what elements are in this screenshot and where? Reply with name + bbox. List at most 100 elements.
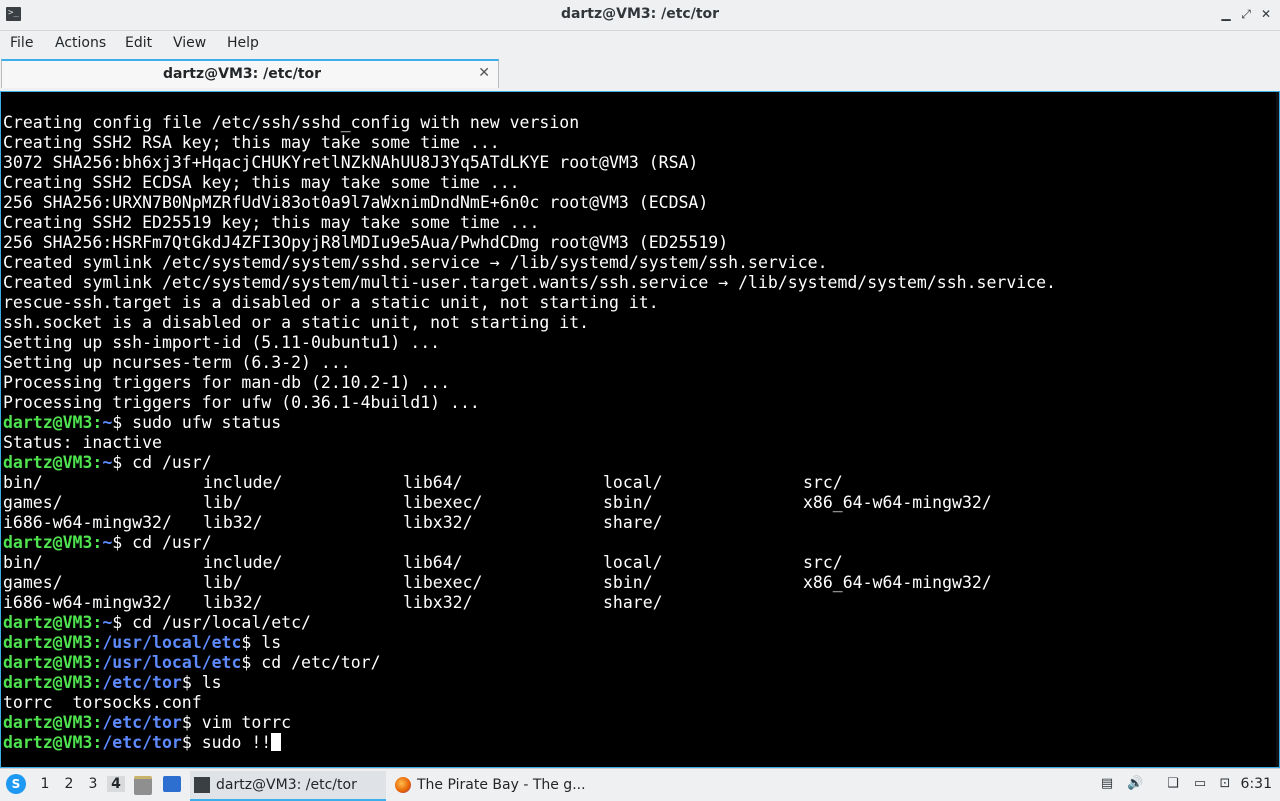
output-line: 256 SHA256:HSRFm7QtGkdJ4ZFI3OpyjR8lMDIu9… — [3, 233, 729, 252]
menu-view[interactable]: View — [173, 35, 206, 51]
network-icon[interactable]: ▭ — [1192, 776, 1208, 792]
ls-entry: sbin/ — [603, 573, 653, 592]
maximize-button[interactable]: ⤢ — [1238, 6, 1254, 22]
window-titlebar[interactable]: >_ dartz@VM3: /etc/tor ▁ ⤢ ✕ — [0, 0, 1280, 31]
ls-entry: i686-w64-mingw32/ — [3, 593, 172, 612]
prompt-line-current[interactable]: dartz@VM3:/etc/tor$ sudo !! — [3, 733, 1056, 753]
ls-entry: libexec/ — [403, 573, 483, 592]
output-line: Created symlink /etc/systemd/system/sshd… — [3, 253, 828, 272]
ls-entry: games/ — [3, 493, 63, 512]
minimize-button[interactable]: ▁ — [1218, 6, 1234, 22]
output-line: Created symlink /etc/systemd/system/mult… — [3, 273, 1056, 292]
task-label: The Pirate Bay - The g... — [417, 777, 586, 793]
update-notifier-icon[interactable]: ⊡ — [1217, 776, 1233, 792]
prompt-line: dartz@VM3:/etc/tor$ ls — [3, 673, 222, 692]
output-line: torrc torsocks.conf — [3, 693, 202, 712]
task-label: dartz@VM3: /etc/tor — [216, 777, 357, 793]
clock[interactable]: 6:31 — [1241, 776, 1272, 792]
ls-entry: x86_64-w64-mingw32/ — [803, 573, 992, 592]
output-line: rescue-ssh.target is a disabled or a sta… — [3, 293, 659, 312]
prompt-user: dartz@VM3 — [3, 413, 93, 432]
prompt-user: dartz@VM3 — [3, 453, 93, 472]
prompt-path: /etc/tor — [102, 673, 182, 692]
prompt-path: /usr/local/etc — [102, 633, 242, 652]
start-menu-button[interactable]: S — [6, 774, 26, 794]
ls-entry: i686-w64-mingw32/ — [3, 513, 172, 532]
menu-file[interactable]: File — [10, 35, 33, 51]
terminal-scrollbar[interactable] — [1276, 92, 1279, 767]
notes-icon[interactable]: ❑ — [1165, 776, 1181, 792]
tab-bar: dartz@VM3: /etc/tor ✕ — [0, 58, 1280, 90]
output-line: Creating SSH2 RSA key; this may take som… — [3, 133, 500, 152]
ls-entry: share/ — [603, 513, 663, 532]
close-window-button[interactable]: ✕ — [1258, 6, 1274, 22]
ls-entry: bin/ — [3, 553, 43, 572]
ls-entry: lib64/ — [403, 473, 463, 492]
prompt-path: /etc/tor — [102, 713, 182, 732]
prompt-user: dartz@VM3 — [3, 733, 93, 752]
show-desktop-icon[interactable] — [163, 776, 181, 792]
command-text: sudo !! — [191, 733, 272, 752]
prompt-path: /usr/local/etc — [102, 653, 242, 672]
prompt-line: dartz@VM3:~$ cd /usr/ — [3, 533, 212, 552]
prompt-line: dartz@VM3:/etc/tor$ vim torrc — [3, 713, 292, 732]
task-firefox[interactable]: The Pirate Bay - The g... — [391, 771, 587, 799]
ls-entry: include/ — [203, 553, 283, 572]
workspace-3[interactable]: 3 — [84, 776, 102, 792]
prompt-path: ~ — [102, 613, 113, 632]
command-text: cd /usr/ — [122, 453, 212, 472]
menu-actions[interactable]: Actions — [55, 35, 106, 51]
command-text: cd /usr/ — [122, 533, 212, 552]
text-cursor — [271, 733, 282, 751]
clipboard-icon[interactable]: ▤ — [1099, 776, 1115, 792]
command-text: cd /etc/tor/ — [251, 653, 381, 672]
ls-entry: share/ — [603, 593, 663, 612]
ls-entry: lib/ — [203, 573, 243, 592]
ls-entry: lib32/ — [203, 513, 263, 532]
ls-entry: libx32/ — [403, 593, 473, 612]
ls-entry: games/ — [3, 573, 63, 592]
ls-entry: local/ — [603, 553, 663, 572]
taskbar: S 1 2 3 4 dartz@VM3: /etc/tor The Pirate… — [0, 768, 1280, 801]
command-text: cd /usr/local/etc/ — [122, 613, 311, 632]
menu-bar: File Actions Edit View Help — [0, 31, 1280, 57]
window-title: dartz@VM3: /etc/tor — [560, 6, 720, 22]
workspace-4[interactable]: 4 — [107, 776, 125, 792]
ls-row: i686-w64-mingw32/ lib32/ libx32/ share/ — [3, 513, 1056, 533]
tab-terminal[interactable]: dartz@VM3: /etc/tor ✕ — [1, 59, 499, 88]
terminal-output[interactable]: Creating config file /etc/ssh/sshd_confi… — [0, 91, 1280, 768]
prompt-line: dartz@VM3:/usr/local/etc$ ls — [3, 633, 282, 652]
prompt-user: dartz@VM3 — [3, 613, 93, 632]
prompt-line: dartz@VM3:~$ cd /usr/ — [3, 453, 212, 472]
ls-entry: lib/ — [203, 493, 243, 512]
prompt-path: /etc/tor — [102, 733, 182, 752]
workspace-2[interactable]: 2 — [60, 776, 78, 792]
ls-row: games/ lib/ libexec/ sbin/ x86_64-w64-mi… — [3, 573, 1056, 593]
tab-title: dartz@VM3: /etc/tor — [162, 66, 322, 82]
firefox-icon — [395, 777, 411, 793]
ls-entry: libx32/ — [403, 513, 473, 532]
menu-help[interactable]: Help — [227, 35, 259, 51]
ls-entry: include/ — [203, 473, 283, 492]
menu-edit[interactable]: Edit — [125, 35, 152, 51]
output-line: 3072 SHA256:bh6xj3f+HqacjCHUKYretlNZkNAh… — [3, 153, 699, 172]
workspace-1[interactable]: 1 — [36, 776, 54, 792]
tab-close-icon[interactable]: ✕ — [478, 65, 490, 81]
command-text: sudo ufw status — [122, 413, 282, 432]
prompt-user: dartz@VM3 — [3, 633, 93, 652]
ls-entry: src/ — [803, 553, 843, 572]
output-line: 256 SHA256:URXN7B0NpMZRfUdVi83ot0a9l7aWx… — [3, 193, 709, 212]
ls-entry: sbin/ — [603, 493, 653, 512]
output-line: Setting up ssh-import-id (5.11-0ubuntu1)… — [3, 333, 441, 352]
prompt-user: dartz@VM3 — [3, 653, 93, 672]
ls-entry: src/ — [803, 473, 843, 492]
output-line: Creating SSH2 ED25519 key; this may take… — [3, 213, 540, 232]
file-manager-icon[interactable] — [134, 776, 152, 795]
volume-icon[interactable]: 🔊 — [1127, 776, 1143, 792]
output-line: Creating SSH2 ECDSA key; this may take s… — [3, 173, 520, 192]
output-line: Processing triggers for man-db (2.10.2-1… — [3, 373, 451, 392]
command-text: vim torrc — [191, 713, 292, 732]
ls-row: bin/ include/ lib64/ local/ src/ — [3, 553, 1056, 573]
task-terminal[interactable]: dartz@VM3: /etc/tor — [190, 771, 386, 801]
output-line: Creating config file /etc/ssh/sshd_confi… — [3, 113, 580, 132]
